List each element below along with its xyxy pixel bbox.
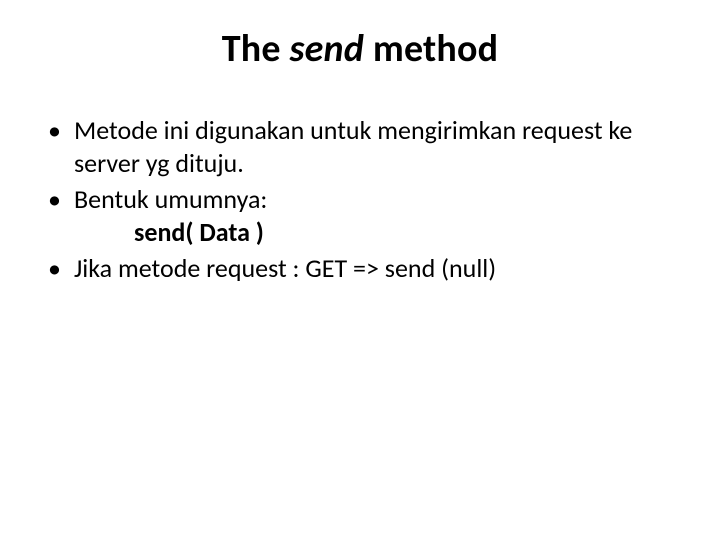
title-prefix: The [222, 26, 290, 72]
title-suffix: method [364, 26, 498, 72]
bullet-text: Jika metode request : GET => send (null) [74, 252, 496, 284]
bullet-indent-text: send( Data ) [74, 216, 680, 249]
bullet-item: Metode ini digunakan untuk mengirimkan r… [48, 114, 680, 179]
slide-body: Metode ini digunakan untuk mengirimkan r… [40, 114, 680, 285]
slide-title: The send method [40, 26, 680, 72]
bullet-text: Bentuk umumnya: [74, 183, 267, 215]
title-emphasis: send [290, 26, 365, 72]
bullet-item: Jika metode request : GET => send (null) [48, 252, 680, 285]
bullet-text: Metode ini digunakan untuk mengirimkan r… [74, 114, 632, 179]
bullet-item: Bentuk umumnya: send( Data ) [48, 183, 680, 248]
